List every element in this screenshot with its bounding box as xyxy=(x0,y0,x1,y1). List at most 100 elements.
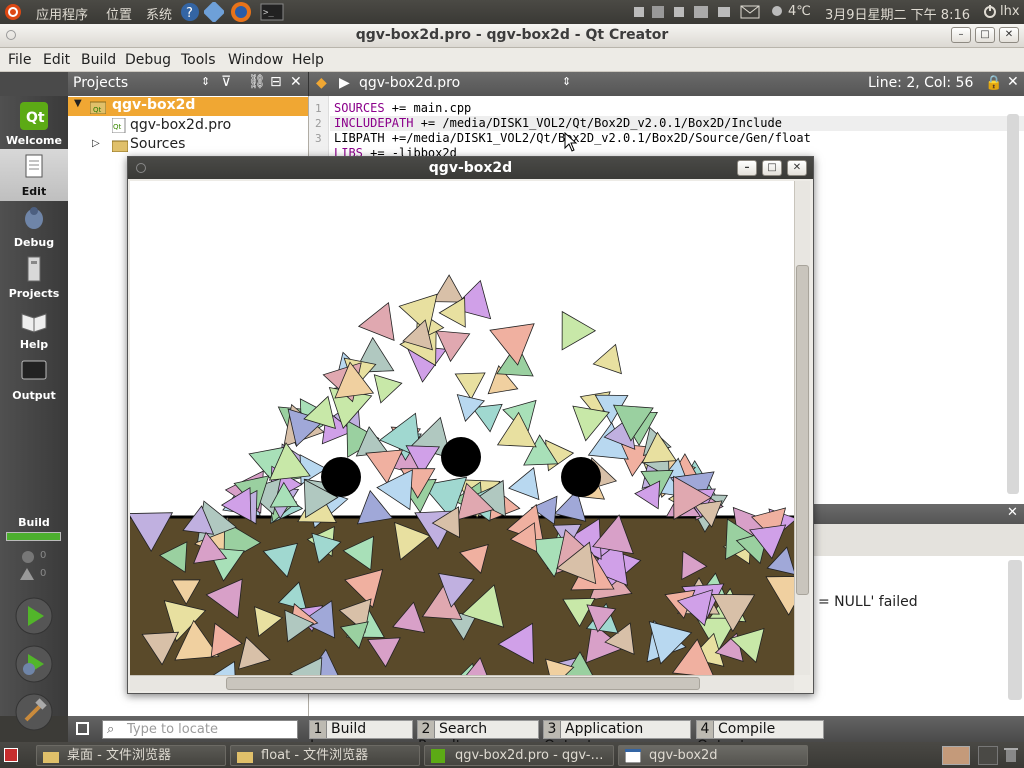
build-hammer-button[interactable] xyxy=(14,692,54,736)
error-count: 0 xyxy=(40,550,47,561)
window-menu-icon[interactable] xyxy=(136,163,146,173)
tab-application-output[interactable]: 3Application Output xyxy=(543,720,691,754)
workspace-switcher[interactable] xyxy=(942,746,970,765)
places-menu[interactable]: 位置 xyxy=(106,4,132,23)
tab-build-issues[interactable]: 1Build Issues xyxy=(309,720,413,754)
workspace-switcher[interactable] xyxy=(978,746,998,765)
debug-run-button[interactable] xyxy=(14,644,54,688)
menu-debug[interactable]: Debug xyxy=(125,52,171,68)
svg-text:Qt: Qt xyxy=(113,123,122,131)
combo-arrow-icon[interactable]: ⇕ xyxy=(562,75,571,88)
sidebar-toggle-icon[interactable] xyxy=(76,722,89,735)
trash-icon[interactable] xyxy=(1004,747,1018,767)
app-close-button[interactable]: ✕ xyxy=(787,160,807,176)
mouse-cursor-icon xyxy=(564,131,578,156)
mode-edit[interactable]: Edit xyxy=(0,149,68,201)
task-label: qgv-box2d.pro - qgv-… xyxy=(455,748,604,763)
close-editor-icon[interactable]: ✕ xyxy=(1007,74,1019,90)
terminal-launcher-icon[interactable]: >_ xyxy=(260,3,284,25)
menu-window[interactable]: Window xyxy=(228,52,283,68)
run-button[interactable] xyxy=(14,596,54,640)
code-line-1: SOURCES += main.cpp xyxy=(334,101,471,115)
clock[interactable]: 3月9日星期二 下午 8:16 xyxy=(825,4,970,23)
split-icon[interactable]: ⊟ xyxy=(270,74,282,90)
menu-help[interactable]: Help xyxy=(292,52,324,68)
close-output-icon[interactable]: ✕ xyxy=(1007,505,1018,520)
scene-horizontal-scrollbar[interactable] xyxy=(130,675,794,691)
code-text: += main.cpp xyxy=(384,101,472,115)
scene-vertical-scrollbar[interactable] xyxy=(794,181,810,675)
close-panel-icon[interactable]: ✕ xyxy=(290,74,302,90)
triangle-body xyxy=(373,374,403,404)
system-menu[interactable]: 系统 xyxy=(146,4,172,23)
temperature-label[interactable]: 4℃ xyxy=(788,4,811,19)
minimize-button[interactable]: – xyxy=(951,27,971,43)
mode-help[interactable]: Help xyxy=(0,302,68,354)
task-desktop-browser[interactable]: 桌面 - 文件浏览器 xyxy=(36,745,226,766)
task-qt-creator[interactable]: qgv-box2d.pro - qgv-… xyxy=(424,745,614,766)
scrollbar-thumb[interactable] xyxy=(226,677,700,690)
help-launcher-icon[interactable]: ? xyxy=(180,2,200,26)
help-book-icon xyxy=(20,306,48,334)
ubuntu-logo-icon[interactable] xyxy=(4,3,22,25)
window-title: qgv-box2d.pro - qgv-box2d - Qt Creator xyxy=(355,27,669,43)
tree-project[interactable]: qgv-box2d xyxy=(112,97,195,113)
applications-menu[interactable]: 应用程序 xyxy=(36,4,88,23)
tray-icons[interactable] xyxy=(634,4,734,24)
task-float-browser[interactable]: float - 文件浏览器 xyxy=(230,745,420,766)
editor-scrollbar[interactable] xyxy=(1007,114,1019,494)
mode-projects[interactable]: Projects xyxy=(0,251,68,303)
mail-icon[interactable] xyxy=(740,4,760,24)
filter-icon[interactable]: ⊽ xyxy=(221,74,231,90)
user-name[interactable]: lhx xyxy=(1000,4,1020,19)
locate-input[interactable]: ⌕ Type to locate xyxy=(102,720,298,739)
tab-compile-output[interactable]: 4Compile Output xyxy=(696,720,824,754)
window-icon xyxy=(624,748,642,765)
qt-logo-icon: Qt xyxy=(20,102,48,130)
physics-scene[interactable] xyxy=(130,181,794,675)
collapse-arrow-icon[interactable]: ▷ xyxy=(92,138,100,149)
tree-pro-file[interactable]: qgv-box2d.pro xyxy=(130,117,231,133)
window-titlebar[interactable]: qgv-box2d.pro - qgv-box2d - Qt Creator –… xyxy=(0,24,1024,48)
qgv-box2d-window[interactable]: qgv-box2d – □ ✕ xyxy=(127,156,814,694)
triangle-body xyxy=(356,489,394,525)
app-maximize-button[interactable]: □ xyxy=(762,160,782,176)
app-titlebar[interactable]: qgv-box2d – □ ✕ xyxy=(128,157,813,179)
projects-title[interactable]: Projects xyxy=(73,75,128,91)
output-scrollbar[interactable] xyxy=(1008,560,1022,700)
scrollbar-thumb[interactable] xyxy=(796,265,809,595)
maximize-button[interactable]: □ xyxy=(975,27,995,43)
task-label: float - 文件浏览器 xyxy=(261,748,369,763)
mode-output[interactable]: Output xyxy=(0,353,68,405)
menu-file[interactable]: File xyxy=(8,52,31,68)
output-monitor-icon xyxy=(20,357,48,385)
menu-build[interactable]: Build xyxy=(81,52,116,68)
mode-debug[interactable]: Debug xyxy=(0,200,68,252)
close-button[interactable]: ✕ xyxy=(999,27,1019,43)
menu-tools[interactable]: Tools xyxy=(181,52,216,68)
code-text: += /media/DISK1_VOL2/Qt/Box2D_v2.0.1/Box… xyxy=(413,116,782,130)
power-icon[interactable] xyxy=(983,4,997,22)
app-minimize-button[interactable]: – xyxy=(737,160,757,176)
search-icon: ⌕ xyxy=(107,722,115,737)
combo-arrow-icon[interactable]: ⇕ xyxy=(201,75,210,88)
warning-count: 0 xyxy=(40,568,47,579)
menu-edit[interactable]: Edit xyxy=(43,52,70,68)
virtualbox-launcher-icon[interactable] xyxy=(202,0,226,26)
output-error-text: = NULL' failed xyxy=(818,594,918,610)
top-panel: 应用程序 位置 系统 ? >_ 4℃ 3月9日星期二 下午 8:16 lhx xyxy=(0,0,1024,24)
task-qgv-box2d[interactable]: qgv-box2d xyxy=(618,745,808,766)
forward-arrow-icon[interactable]: ▶ xyxy=(339,75,350,91)
back-arrow-icon[interactable]: ◆ xyxy=(316,75,327,91)
mode-welcome[interactable]: Qt Welcome xyxy=(0,98,68,150)
tab-search-results[interactable]: 2Search Results xyxy=(417,720,539,754)
link-icon[interactable]: ⛓ xyxy=(248,74,266,90)
expand-arrow-icon[interactable]: ▼ xyxy=(74,98,82,109)
menubar: File Edit Build Debug Tools Window Help xyxy=(0,48,1024,72)
tree-sources[interactable]: Sources xyxy=(130,136,185,152)
projects-header: Projects ⇕ ⊽ ⛓ ⊟ ✕ xyxy=(68,72,309,96)
locate-placeholder: Type to locate xyxy=(127,722,218,737)
show-desktop-icon[interactable] xyxy=(4,748,18,762)
mode-selector: Qt Welcome Edit Debug Projects Help Outp… xyxy=(0,96,68,731)
file-combo[interactable]: qgv-box2d.pro xyxy=(359,75,460,91)
